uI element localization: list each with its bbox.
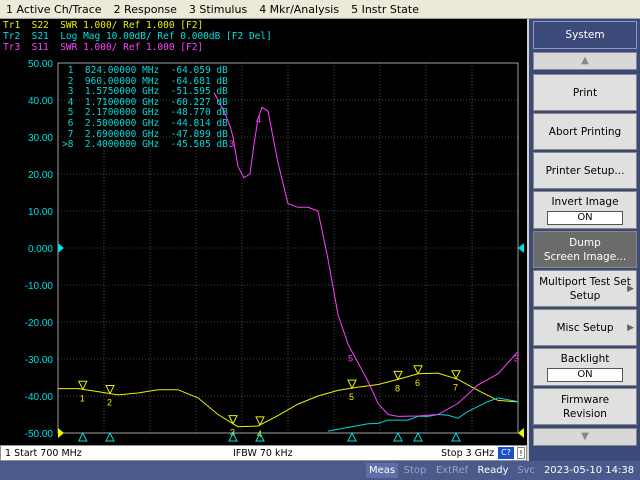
printer-setup-button[interactable]: Printer Setup... [533, 152, 637, 189]
stimulus-marker-icon [105, 431, 115, 442]
stimulus-marker-icon [413, 431, 423, 442]
chevron-right-icon: ▶ [627, 322, 634, 333]
ref-left-arrow-icon [58, 243, 64, 253]
marker-row: 1 824.00000 MHz -64.059 dB [62, 65, 228, 76]
correction-button[interactable]: C? [498, 447, 514, 459]
softkey-panel: System ▲ Print Abort Printing Printer Se… [529, 19, 640, 461]
abort-printing-label: Abort Printing [548, 125, 622, 138]
menu-active-ch-trace[interactable]: 1 Active Ch/Trace [0, 3, 108, 16]
stop-indicator: Stop [403, 465, 427, 476]
invert-image-button[interactable]: Invert Image ON [533, 191, 637, 229]
y-tick-label: 30.00 [28, 133, 53, 144]
trace-display[interactable]: 50.00 40.00 30.00 20.00 10.00 0.000 -10.00 -20.… [0, 19, 527, 445]
invert-image-label: Invert Image [551, 196, 619, 208]
trace-line-tr2 [327, 397, 519, 432]
y-tick-label: 20.00 [28, 170, 53, 181]
trace3-marker-number: 3 [229, 139, 234, 149]
trace1-label[interactable]: Tr1 S22 SWR 1.000/ Ref 1.000 [F2] [3, 20, 203, 31]
system-menu-title[interactable]: System [533, 21, 637, 49]
firmware-label-line2: Revision [563, 407, 607, 420]
info-button[interactable]: ! [517, 447, 525, 459]
trace3-label[interactable]: Tr3 S11 SWR 1.000/ Ref 1.000 [F2] [3, 42, 203, 53]
trace3-marker-number: 3 [514, 354, 519, 364]
firmware-label-line1: Firmware [560, 393, 610, 406]
print-label: Print [572, 86, 598, 99]
marker-number: 8 [395, 383, 400, 393]
firmware-revision-button[interactable]: Firmware Revision [533, 388, 637, 425]
stimulus-marker-icon [347, 431, 357, 442]
start-freq[interactable]: 1 Start 700 MHz [5, 448, 82, 459]
marker-number: 5 [349, 392, 354, 402]
marker-triangle-icon [77, 380, 88, 391]
backlight-label: Backlight [560, 353, 610, 365]
print-button[interactable]: Print [533, 74, 637, 111]
ref-bottom-left-arrow-icon [58, 428, 64, 438]
marker-number: 7 [453, 383, 458, 393]
marker-triangle-icon [413, 365, 423, 375]
misc-setup-button[interactable]: Misc Setup ▶ [533, 309, 637, 346]
trace3-marker-number: 5 [348, 354, 353, 364]
printer-setup-label: Printer Setup... [545, 164, 625, 177]
chevron-right-icon: ▶ [627, 283, 634, 294]
menu-stimulus[interactable]: 3 Stimulus [183, 3, 253, 16]
instrument-status-bar: Meas Stop ExtRef Ready Svc 2023-05-10 14… [0, 461, 640, 480]
marker-triangle-icon [347, 379, 357, 390]
ref-right-arrow-icon [518, 243, 524, 253]
trace-line-tr3 [213, 92, 519, 417]
menu-instr-state[interactable]: 5 Instr State [345, 3, 425, 16]
dump-label-line2: Screen Image... [543, 250, 627, 263]
backlight-button[interactable]: Backlight ON [533, 348, 637, 386]
y-tick-label: -50.00 [25, 429, 54, 440]
abort-printing-button[interactable]: Abort Printing [533, 113, 637, 150]
misc-setup-label: Misc Setup [556, 321, 614, 334]
backlight-value: ON [547, 368, 623, 382]
menu-mkr-analysis[interactable]: 4 Mkr/Analysis [253, 3, 345, 16]
datetime: 2023-05-10 14:38 [543, 465, 635, 476]
scroll-down-icon[interactable]: ▼ [533, 428, 637, 446]
ready-indicator: Ready [477, 465, 509, 476]
marker-row: 6 2.5000000 GHz -44.814 dB [62, 117, 228, 129]
multiport-test-set-setup-button[interactable]: Multiport Test Set Setup ▶ [533, 270, 637, 307]
marker-number: 6 [415, 378, 420, 388]
trace3-marker-number: 4 [256, 115, 261, 125]
marker-row: >8 2.4000000 GHz -45.505 dB [62, 139, 228, 151]
extref-indicator: ExtRef [435, 465, 469, 476]
y-tick-label: 0.000 [28, 244, 53, 255]
dump-label-line1: Dump [569, 236, 601, 249]
multiport-label-line1: Multiport Test Set [539, 275, 631, 288]
scroll-up-icon[interactable]: ▲ [533, 52, 637, 70]
stimulus-marker-icon [77, 431, 88, 442]
channel-status-bar: 1 Start 700 MHz IFBW 70 kHz Stop 3 GHz C… [0, 445, 527, 461]
dump-screen-image-button[interactable]: Dump Screen Image... [533, 231, 637, 268]
y-tick-label: 50.00 [28, 59, 53, 70]
ref-bottom-right-arrow-icon [518, 428, 524, 438]
marker-number: 2 [107, 398, 112, 408]
y-tick-label: -30.00 [25, 355, 54, 366]
y-tick-label: 10.00 [28, 207, 53, 218]
ifbw-value[interactable]: IFBW 70 kHz [233, 448, 293, 459]
y-tick-label: -20.00 [25, 318, 54, 329]
stop-freq[interactable]: Stop 3 GHz [441, 448, 494, 459]
menu-bar: 1 Active Ch/Trace 2 Response 3 Stimulus … [0, 0, 640, 19]
menu-response[interactable]: 2 Response [108, 3, 183, 16]
meas-indicator: Meas [366, 463, 398, 478]
y-tick-label: 40.00 [28, 96, 53, 107]
marker-triangle-icon [105, 385, 115, 395]
stimulus-marker-icon [393, 431, 403, 442]
invert-image-value: ON [547, 211, 623, 225]
system-title-label: System [565, 29, 605, 41]
marker-table: 1 824.00000 MHz -64.059 dB 2 960.00000 M… [62, 65, 228, 151]
y-tick-label: -40.00 [25, 392, 54, 403]
trace2-label[interactable]: Tr2 S21 Log Mag 10.00dB/ Ref 0.000dB [F2… [3, 31, 272, 42]
multiport-label-line2: Setup [569, 289, 601, 302]
stimulus-marker-icon [451, 431, 461, 442]
svc-indicator: Svc [517, 465, 535, 476]
marker-number: 1 [80, 393, 85, 403]
y-tick-label: -10.00 [25, 281, 54, 292]
